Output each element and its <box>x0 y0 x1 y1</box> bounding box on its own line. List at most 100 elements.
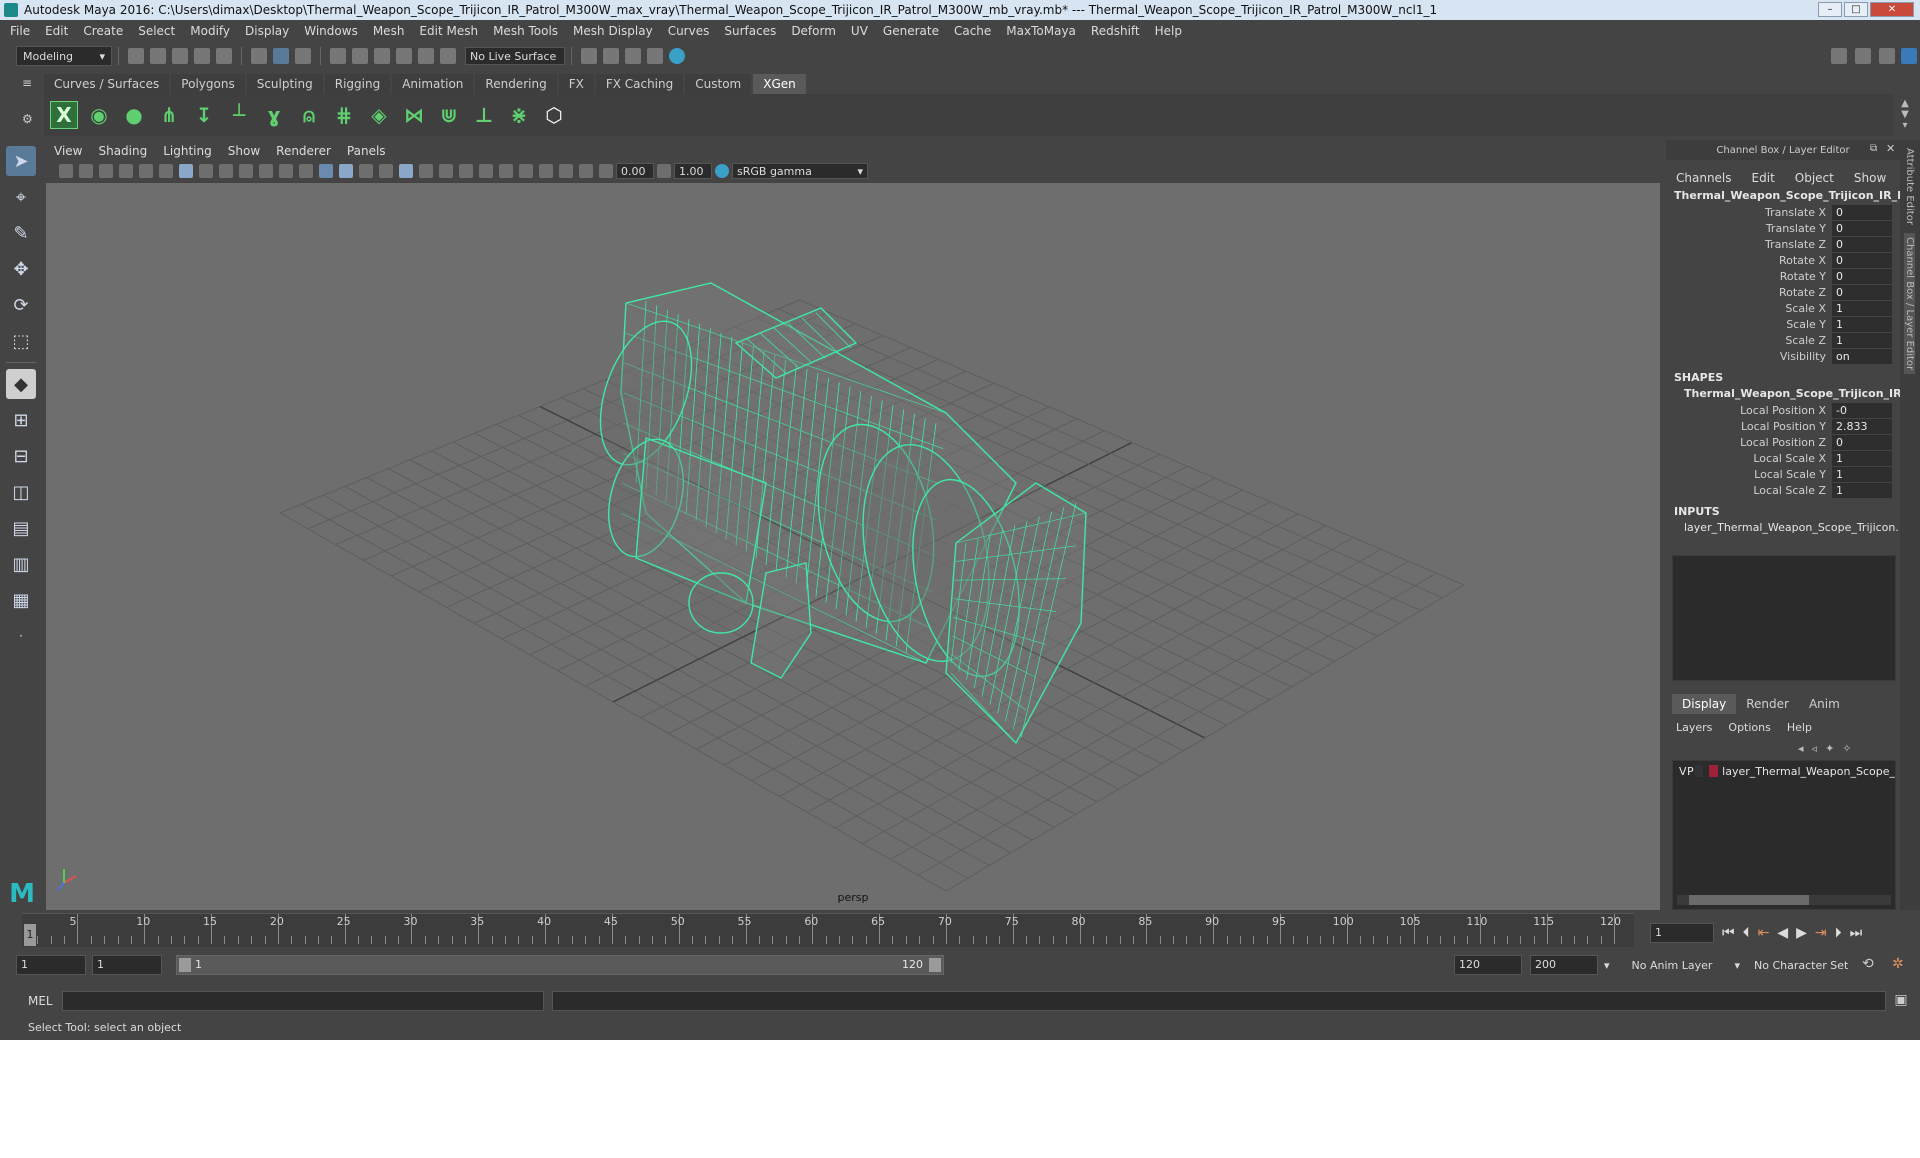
go-to-end-icon[interactable]: ⏭ <box>1850 925 1863 941</box>
menu-edit[interactable]: Edit <box>45 24 68 38</box>
layer-move-up-icon[interactable]: ◂ <box>1798 742 1804 755</box>
channel-attribute-row[interactable]: Scale X 1 <box>1666 300 1900 316</box>
side-tab-attribute-editor[interactable]: Attribute Editor <box>1904 148 1915 225</box>
end-time-field[interactable]: 200 <box>1530 955 1598 975</box>
scrollbar-thumb[interactable] <box>1689 895 1809 905</box>
shape-attribute-row[interactable]: Local Scale X 1 <box>1666 450 1900 466</box>
exposure-icon[interactable] <box>599 164 613 178</box>
input-name[interactable]: layer_Thermal_Weapon_Scope_Trijicon... <box>1666 520 1900 536</box>
multisample-icon[interactable] <box>579 164 593 178</box>
shelf-tab-polygons[interactable]: Polygons <box>171 74 245 94</box>
smooth-shade-icon[interactable] <box>339 164 353 178</box>
camera-attr-icon[interactable] <box>79 164 93 178</box>
cb-menu-object[interactable]: Object <box>1795 171 1834 185</box>
layer-tab-render[interactable]: Render <box>1736 694 1799 714</box>
shape-attribute-value[interactable]: 2.833 <box>1832 418 1892 434</box>
open-scene-icon[interactable] <box>150 48 166 64</box>
layer-playback-toggle[interactable]: P <box>1687 765 1695 778</box>
guide-sculpt-icon[interactable]: ɣ <box>260 101 288 129</box>
channel-attribute-value[interactable]: 0 <box>1832 252 1892 268</box>
auto-key-icon[interactable]: ⟲ <box>1862 956 1874 972</box>
cb-menu-channels[interactable]: Channels <box>1676 171 1732 185</box>
menu-help[interactable]: Help <box>1155 24 1182 38</box>
menu-mesh[interactable]: Mesh <box>373 24 405 38</box>
menu-cache[interactable]: Cache <box>954 24 991 38</box>
close-button[interactable]: ✕ <box>1870 2 1914 17</box>
play-backward-icon[interactable]: ◀ <box>1777 925 1788 941</box>
snap-surface-icon[interactable] <box>418 48 434 64</box>
panel-menu-panels[interactable]: Panels <box>347 144 386 158</box>
grid-toggle-icon[interactable] <box>179 164 193 178</box>
hypershade-icon[interactable] <box>669 48 685 64</box>
channel-attribute-value[interactable]: 0 <box>1832 236 1892 252</box>
layer-tab-anim[interactable]: Anim <box>1799 694 1850 714</box>
layout-single-icon[interactable]: ⊞ <box>6 405 36 435</box>
shelf-tab-curves-surfaces[interactable]: Curves / Surfaces <box>44 74 170 94</box>
channel-attribute-value[interactable]: 0 <box>1832 268 1892 284</box>
shelf-tab-fx-caching[interactable]: FX Caching <box>595 74 684 94</box>
channel-attribute-value[interactable]: on <box>1832 348 1892 364</box>
shape-attribute-row[interactable]: Local Scale Y 1 <box>1666 466 1900 482</box>
camera-select-icon[interactable] <box>59 164 73 178</box>
film-gate-icon[interactable] <box>199 164 213 178</box>
toolbox-more-icon[interactable]: · <box>6 621 36 651</box>
screen-space-ao-icon[interactable] <box>499 164 513 178</box>
command-language-label[interactable]: MEL <box>28 994 58 1008</box>
rotate-tool-icon[interactable]: ⟳ <box>6 290 36 320</box>
save-scene-icon[interactable] <box>172 48 188 64</box>
layout-two-icon[interactable]: ◫ <box>6 477 36 507</box>
render-frame-icon[interactable] <box>603 48 619 64</box>
gamma-icon[interactable] <box>657 164 671 178</box>
layer-menu-options[interactable]: Options <box>1728 721 1770 734</box>
playback-start-field[interactable]: 1 <box>92 955 162 975</box>
move-tool-icon[interactable]: ✥ <box>6 254 36 284</box>
new-layer-selected-icon[interactable]: ✧ <box>1842 742 1851 755</box>
menu-edit-mesh[interactable]: Edit Mesh <box>419 24 478 38</box>
range-end-handle[interactable] <box>929 958 941 972</box>
all-lights-icon[interactable] <box>459 164 473 178</box>
shelf-tab-animation[interactable]: Animation <box>392 74 474 94</box>
menu-file[interactable]: File <box>10 24 30 38</box>
grease-pencil-icon[interactable] <box>159 164 173 178</box>
channel-attribute-value[interactable]: 0 <box>1832 284 1892 300</box>
hex-icon[interactable]: ⬡ <box>540 101 568 129</box>
shape-attribute-value[interactable]: -0 <box>1832 402 1892 418</box>
range-slider[interactable]: 1 120 <box>176 955 944 975</box>
grass-down-icon[interactable]: ↧ <box>190 101 218 129</box>
panel-menu-lighting[interactable]: Lighting <box>163 144 212 158</box>
last-tool-icon[interactable]: ◆ <box>6 369 36 399</box>
channel-box-toggle-icon[interactable] <box>1901 48 1917 64</box>
menu-curves[interactable]: Curves <box>668 24 710 38</box>
exposure-field[interactable]: 0.00 <box>616 163 654 179</box>
channel-attribute-row[interactable]: Visibility on <box>1666 348 1900 364</box>
layout-four-icon[interactable]: ⊟ <box>6 441 36 471</box>
layout-graph-icon[interactable]: ▥ <box>6 549 36 579</box>
anim-layer-dropdown[interactable]: ▾ No Anim Layer ▾ <box>1604 955 1740 975</box>
select-hierarchy-icon[interactable] <box>251 48 267 64</box>
menu-maxtomaya[interactable]: MaxToMaya <box>1006 24 1076 38</box>
menu-surfaces[interactable]: Surfaces <box>724 24 776 38</box>
snap-point-icon[interactable] <box>374 48 390 64</box>
guide-cut-icon[interactable]: ⋈ <box>400 101 428 129</box>
xray-icon[interactable] <box>399 164 413 178</box>
menu-redshift[interactable]: Redshift <box>1091 24 1140 38</box>
use-default-material-icon[interactable] <box>359 164 373 178</box>
current-frame-field[interactable]: 1 <box>1650 923 1714 943</box>
paint-select-tool-icon[interactable]: ✎ <box>6 218 36 248</box>
guide-comb-icon[interactable]: ⋕ <box>330 101 358 129</box>
channel-attribute-row[interactable]: Translate Y 0 <box>1666 220 1900 236</box>
channel-attribute-value[interactable]: 0 <box>1832 220 1892 236</box>
guide-len-icon[interactable]: ⊥ <box>470 101 498 129</box>
snap-view-icon[interactable] <box>396 48 412 64</box>
menu-create[interactable]: Create <box>83 24 123 38</box>
guide-add-icon[interactable]: ┴ <box>225 101 253 129</box>
undo-icon[interactable] <box>194 48 210 64</box>
lasso-tool-icon[interactable]: ⌖ <box>6 182 36 212</box>
wireframe-on-shaded-icon[interactable] <box>379 164 393 178</box>
hud-icon[interactable] <box>559 164 573 178</box>
channel-attribute-row[interactable]: Rotate Z 0 <box>1666 284 1900 300</box>
leaf-icon[interactable]: ● <box>120 101 148 129</box>
layer-visibility-toggle[interactable]: V <box>1679 765 1687 778</box>
step-forward-key-icon[interactable]: ⇥ <box>1815 925 1827 941</box>
panel-menu-show[interactable]: Show <box>228 144 260 158</box>
